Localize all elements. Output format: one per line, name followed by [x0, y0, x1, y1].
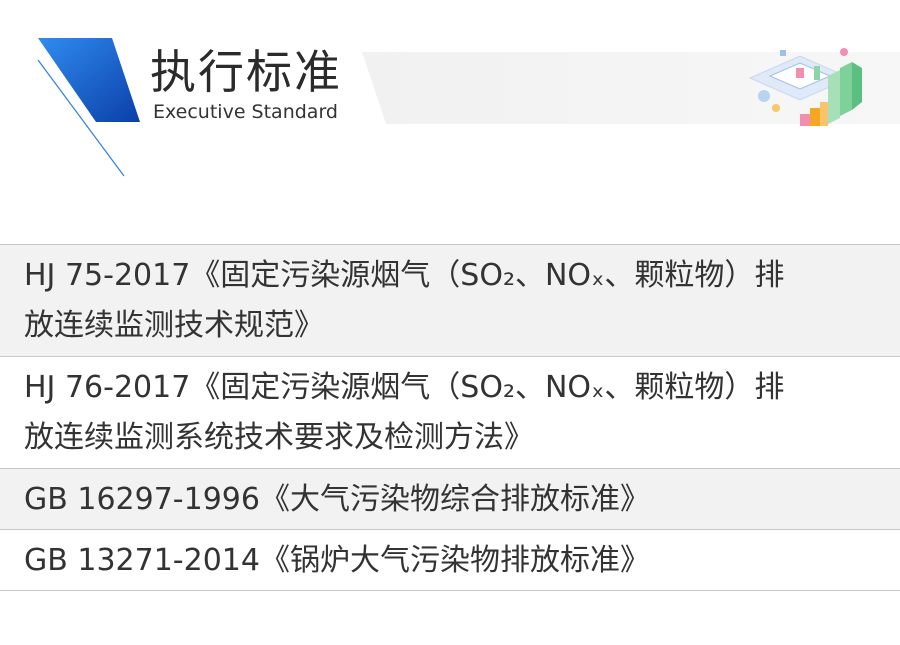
- standard-row: HJ 75-2017《固定污染源烟气（SO₂、NOₓ、颗粒物）排 放连续监测技术规…: [0, 245, 900, 357]
- standard-text-line: GB 13271-2014《锅炉大气污染物排放标准》: [24, 543, 650, 578]
- section-header: 执行标准 Executive Standard: [0, 0, 900, 200]
- standard-text-line: 放连续监测技术规范》: [24, 308, 324, 343]
- data-dashboard-illustration-icon: [748, 48, 862, 126]
- standard-text-line: HJ 76-2017《固定污染源烟气（SO₂、NOₓ、颗粒物）排: [24, 370, 785, 405]
- standard-text-line: GB 16297-1996《大气污染物综合排放标准》: [24, 482, 650, 517]
- standard-row: GB 16297-1996《大气污染物综合排放标准》: [0, 469, 900, 530]
- standards-list: HJ 75-2017《固定污染源烟气（SO₂、NOₓ、颗粒物）排 放连续监测技术规…: [0, 244, 900, 591]
- standard-row: HJ 76-2017《固定污染源烟气（SO₂、NOₓ、颗粒物）排 放连续监测系统技…: [0, 357, 900, 469]
- page-title: 执行标准: [150, 45, 342, 99]
- standard-row: GB 13271-2014《锅炉大气污染物排放标准》: [0, 530, 900, 591]
- standard-text-line: HJ 75-2017《固定污染源烟气（SO₂、NOₓ、颗粒物）排: [24, 258, 785, 293]
- standard-text-line: 放连续监测系统技术要求及检测方法》: [24, 420, 534, 455]
- page-subtitle: Executive Standard: [153, 101, 338, 123]
